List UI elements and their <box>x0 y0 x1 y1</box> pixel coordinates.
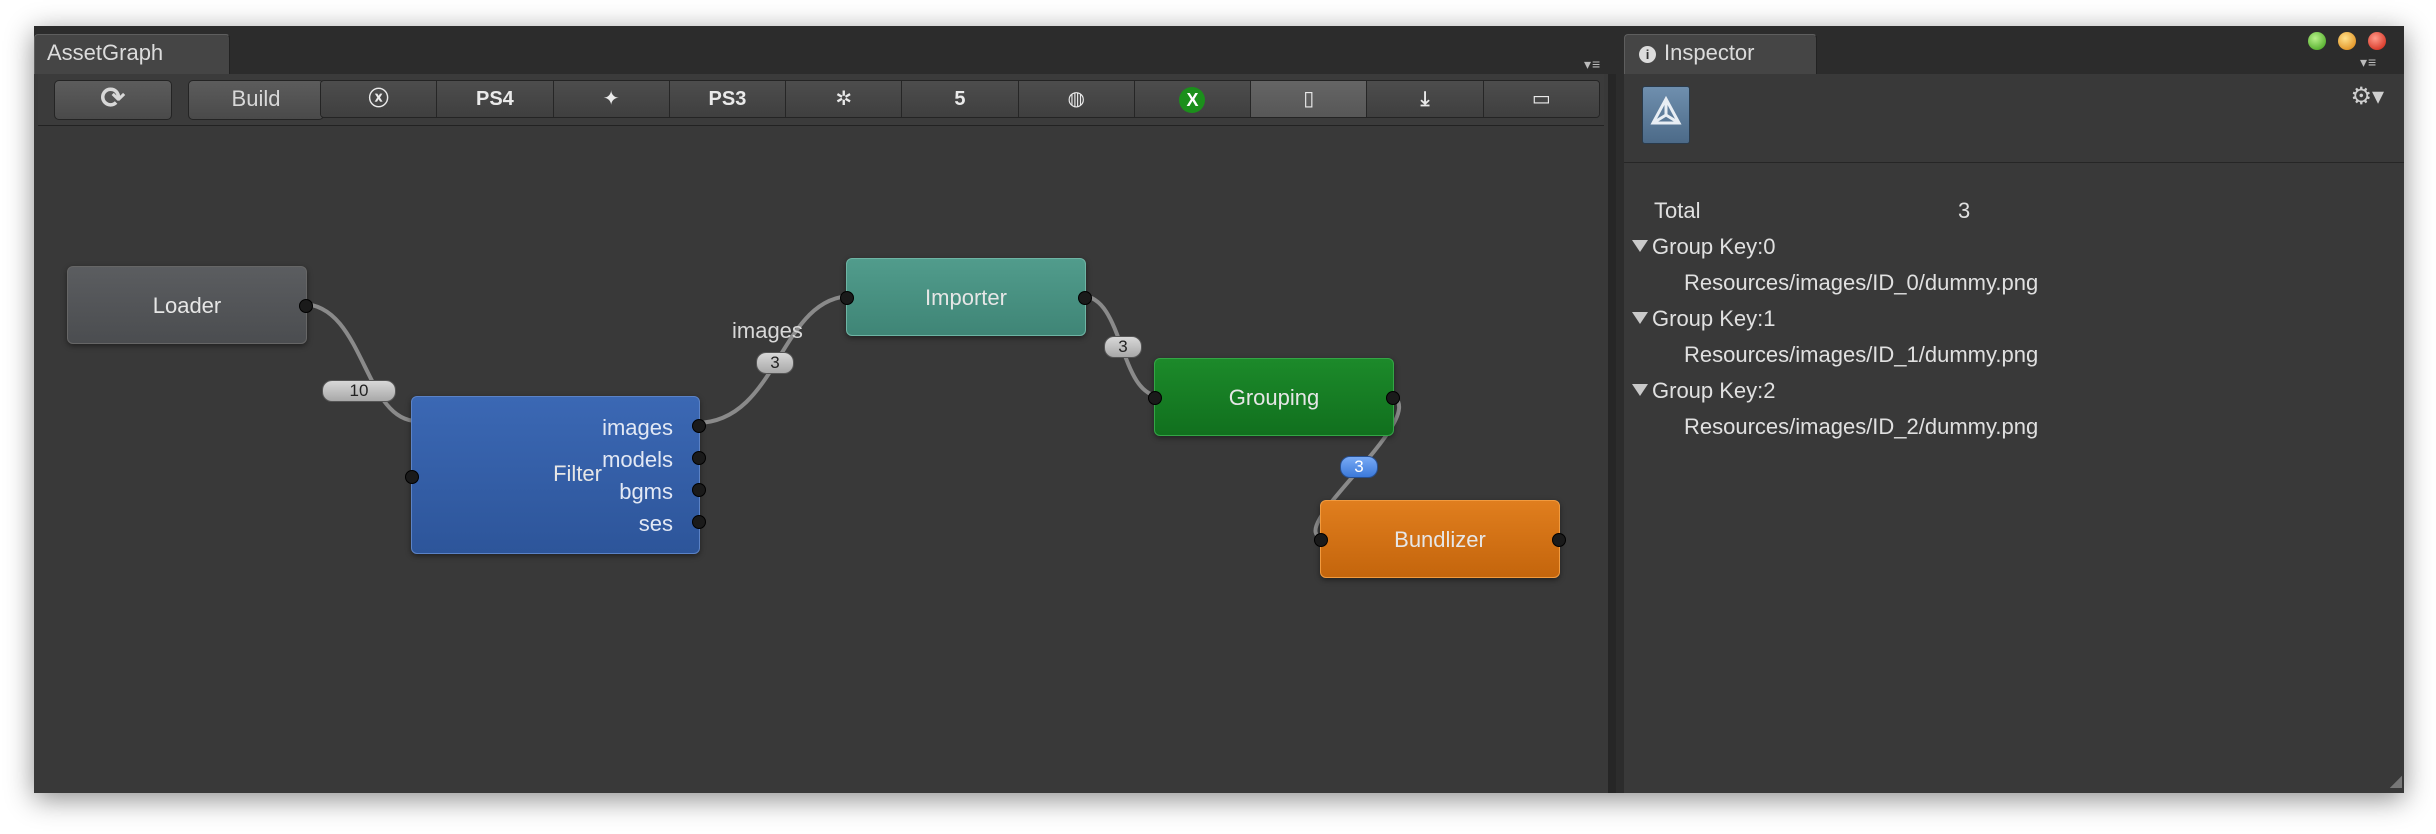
group-key-label: Group Key:1 <box>1652 306 1776 331</box>
edge-loader-filter <box>301 302 418 423</box>
webplayer-icon: ◍ <box>1067 88 1085 110</box>
filter-output-label: ses <box>638 511 673 536</box>
total-label: Total <box>1654 198 1701 223</box>
build-label: Build <box>231 86 281 111</box>
editor-window: AssetGraph ▾≡ ⟳ Build ⓧ PS4 ✦ PS3 ✲ 5 ◍ X ▯ ⤓ ▭ <box>34 26 2404 793</box>
edge-count-badge[interactable]: 3 <box>1104 336 1142 358</box>
maximize-button[interactable] <box>2308 32 2326 50</box>
toolbar: ⟳ Build ⓧ PS4 ✦ PS3 ✲ 5 ◍ X ▯ ⤓ ▭ <box>38 74 1604 126</box>
filter-output-label: models <box>602 447 673 472</box>
loader-output-port[interactable] <box>299 299 313 313</box>
platform-tab-ps3[interactable]: PS3 <box>669 81 787 117</box>
grouping-input-port[interactable] <box>1148 391 1162 405</box>
xbox360-icon: ⓧ <box>368 88 389 110</box>
blackberry-icon: ✲ <box>835 88 853 110</box>
node-grouping[interactable]: Grouping <box>1148 358 1400 436</box>
node-grouping-title: Grouping <box>1228 385 1320 410</box>
edge-label: images <box>732 318 803 343</box>
triangle-down-icon <box>1632 312 1648 324</box>
node-bundlizer[interactable]: Bundlizer <box>1314 500 1566 578</box>
triangle-down-icon <box>1632 384 1648 396</box>
inspector-panel: ⚙▾ Total 3 Group Key:0 Resources/images/… <box>1624 74 2404 793</box>
platform-tab-xbox360[interactable]: ⓧ <box>321 81 438 117</box>
graph-canvas[interactable]: Loader Filter images models bgms ses Imp… <box>34 126 1608 793</box>
bundlizer-output-port[interactable] <box>1552 533 1566 547</box>
panel-menu-icon[interactable]: ▾≡ <box>1584 56 1601 73</box>
node-loader-title: Loader <box>152 293 222 318</box>
refresh-button[interactable]: ⟳ <box>54 80 172 120</box>
platform-tab-webplayer[interactable]: ◍ <box>1018 81 1135 117</box>
group-key-label: Group Key:2 <box>1652 378 1776 403</box>
mobile-icon: ▯ <box>1303 88 1315 110</box>
assetgraph-panel: ⟳ Build ⓧ PS4 ✦ PS3 ✲ 5 ◍ X ▯ ⤓ ▭ Loader <box>34 74 1616 793</box>
node-importer-title: Importer <box>925 285 1007 310</box>
group-key-label: Group Key:0 <box>1652 234 1776 259</box>
edge-count-badge[interactable]: 10 <box>322 380 396 402</box>
ps4-icon: PS4 <box>475 88 514 110</box>
node-filter[interactable]: Filter images models bgms ses <box>405 396 706 554</box>
group-key-row[interactable]: Group Key:0 <box>1632 234 1776 260</box>
filter-output-label: images <box>602 415 673 440</box>
minimize-button[interactable] <box>2338 32 2356 50</box>
edge-count-badge-selected[interactable]: 3 <box>1340 456 1378 478</box>
tab-assetgraph-label: AssetGraph <box>47 40 164 65</box>
gear-icon[interactable]: ⚙▾ <box>2350 82 2384 111</box>
info-icon: i <box>1639 46 1656 63</box>
inspector-header: ⚙▾ <box>1624 74 2404 163</box>
platform-tabs: ⓧ PS4 ✦ PS3 ✲ 5 ◍ X ▯ ⤓ ▭ <box>320 80 1600 118</box>
xboxone-icon: X <box>1179 86 1206 113</box>
platform-tab-blackberry[interactable]: ✲ <box>786 81 903 117</box>
refresh-icon: ⟳ <box>100 82 126 115</box>
inspector-menu-icon[interactable]: ▾≡ <box>2360 54 2377 71</box>
platform-tab-download[interactable]: ⤓ <box>1367 81 1484 117</box>
triangle-down-icon <box>1632 240 1648 252</box>
platform-tab-mobile[interactable]: ▯ <box>1251 81 1368 117</box>
total-value: 3 <box>1958 198 1971 223</box>
platform-tab-android[interactable]: ✦ <box>553 81 670 117</box>
download-icon: ⤓ <box>1420 88 1430 110</box>
importer-input-port[interactable] <box>840 291 854 305</box>
ps3-icon: PS3 <box>708 88 747 110</box>
filter-output-port[interactable] <box>692 451 706 465</box>
grouping-output-port[interactable] <box>1386 391 1400 405</box>
platform-tab-xboxone[interactable]: X <box>1134 81 1252 117</box>
edge-count-badge[interactable]: 3 <box>756 352 794 374</box>
tab-inspector[interactable]: i Inspector <box>1624 34 1817 74</box>
android-icon: ✦ <box>602 88 620 110</box>
group-path: Resources/images/ID_0/dummy.png <box>1684 270 2039 295</box>
group-key-row[interactable]: Group Key:1 <box>1632 306 1776 332</box>
importer-output-port[interactable] <box>1078 291 1092 305</box>
filter-output-port[interactable] <box>692 419 706 433</box>
filter-output-label: bgms <box>619 479 673 504</box>
platform-tab-vita[interactable]: ▭ <box>1483 81 1599 117</box>
platform-tab-ps4[interactable]: PS4 <box>437 81 554 117</box>
html5-icon: 5 <box>954 88 966 110</box>
group-path: Resources/images/ID_2/dummy.png <box>1684 414 2039 439</box>
group-path: Resources/images/ID_1/dummy.png <box>1684 342 2039 367</box>
tab-assetgraph[interactable]: AssetGraph <box>34 34 230 74</box>
group-key-row[interactable]: Group Key:2 <box>1632 378 1776 404</box>
filter-output-port[interactable] <box>692 515 706 529</box>
platform-tab-html5[interactable]: 5 <box>902 81 1019 117</box>
tab-inspector-label: Inspector <box>1664 40 1755 65</box>
node-loader[interactable]: Loader <box>67 266 313 344</box>
build-button[interactable]: Build <box>188 80 324 120</box>
node-importer[interactable]: Importer <box>840 258 1092 336</box>
vita-icon: ▭ <box>1531 88 1551 110</box>
bundlizer-input-port[interactable] <box>1314 533 1328 547</box>
close-button[interactable] <box>2368 32 2386 50</box>
node-filter-title: Filter <box>553 461 602 486</box>
node-bundlizer-title: Bundlizer <box>1394 527 1486 552</box>
filter-output-port[interactable] <box>692 483 706 497</box>
resize-handle-icon[interactable]: ◢ <box>2390 771 2402 791</box>
unity-logo-icon <box>1642 86 1690 144</box>
